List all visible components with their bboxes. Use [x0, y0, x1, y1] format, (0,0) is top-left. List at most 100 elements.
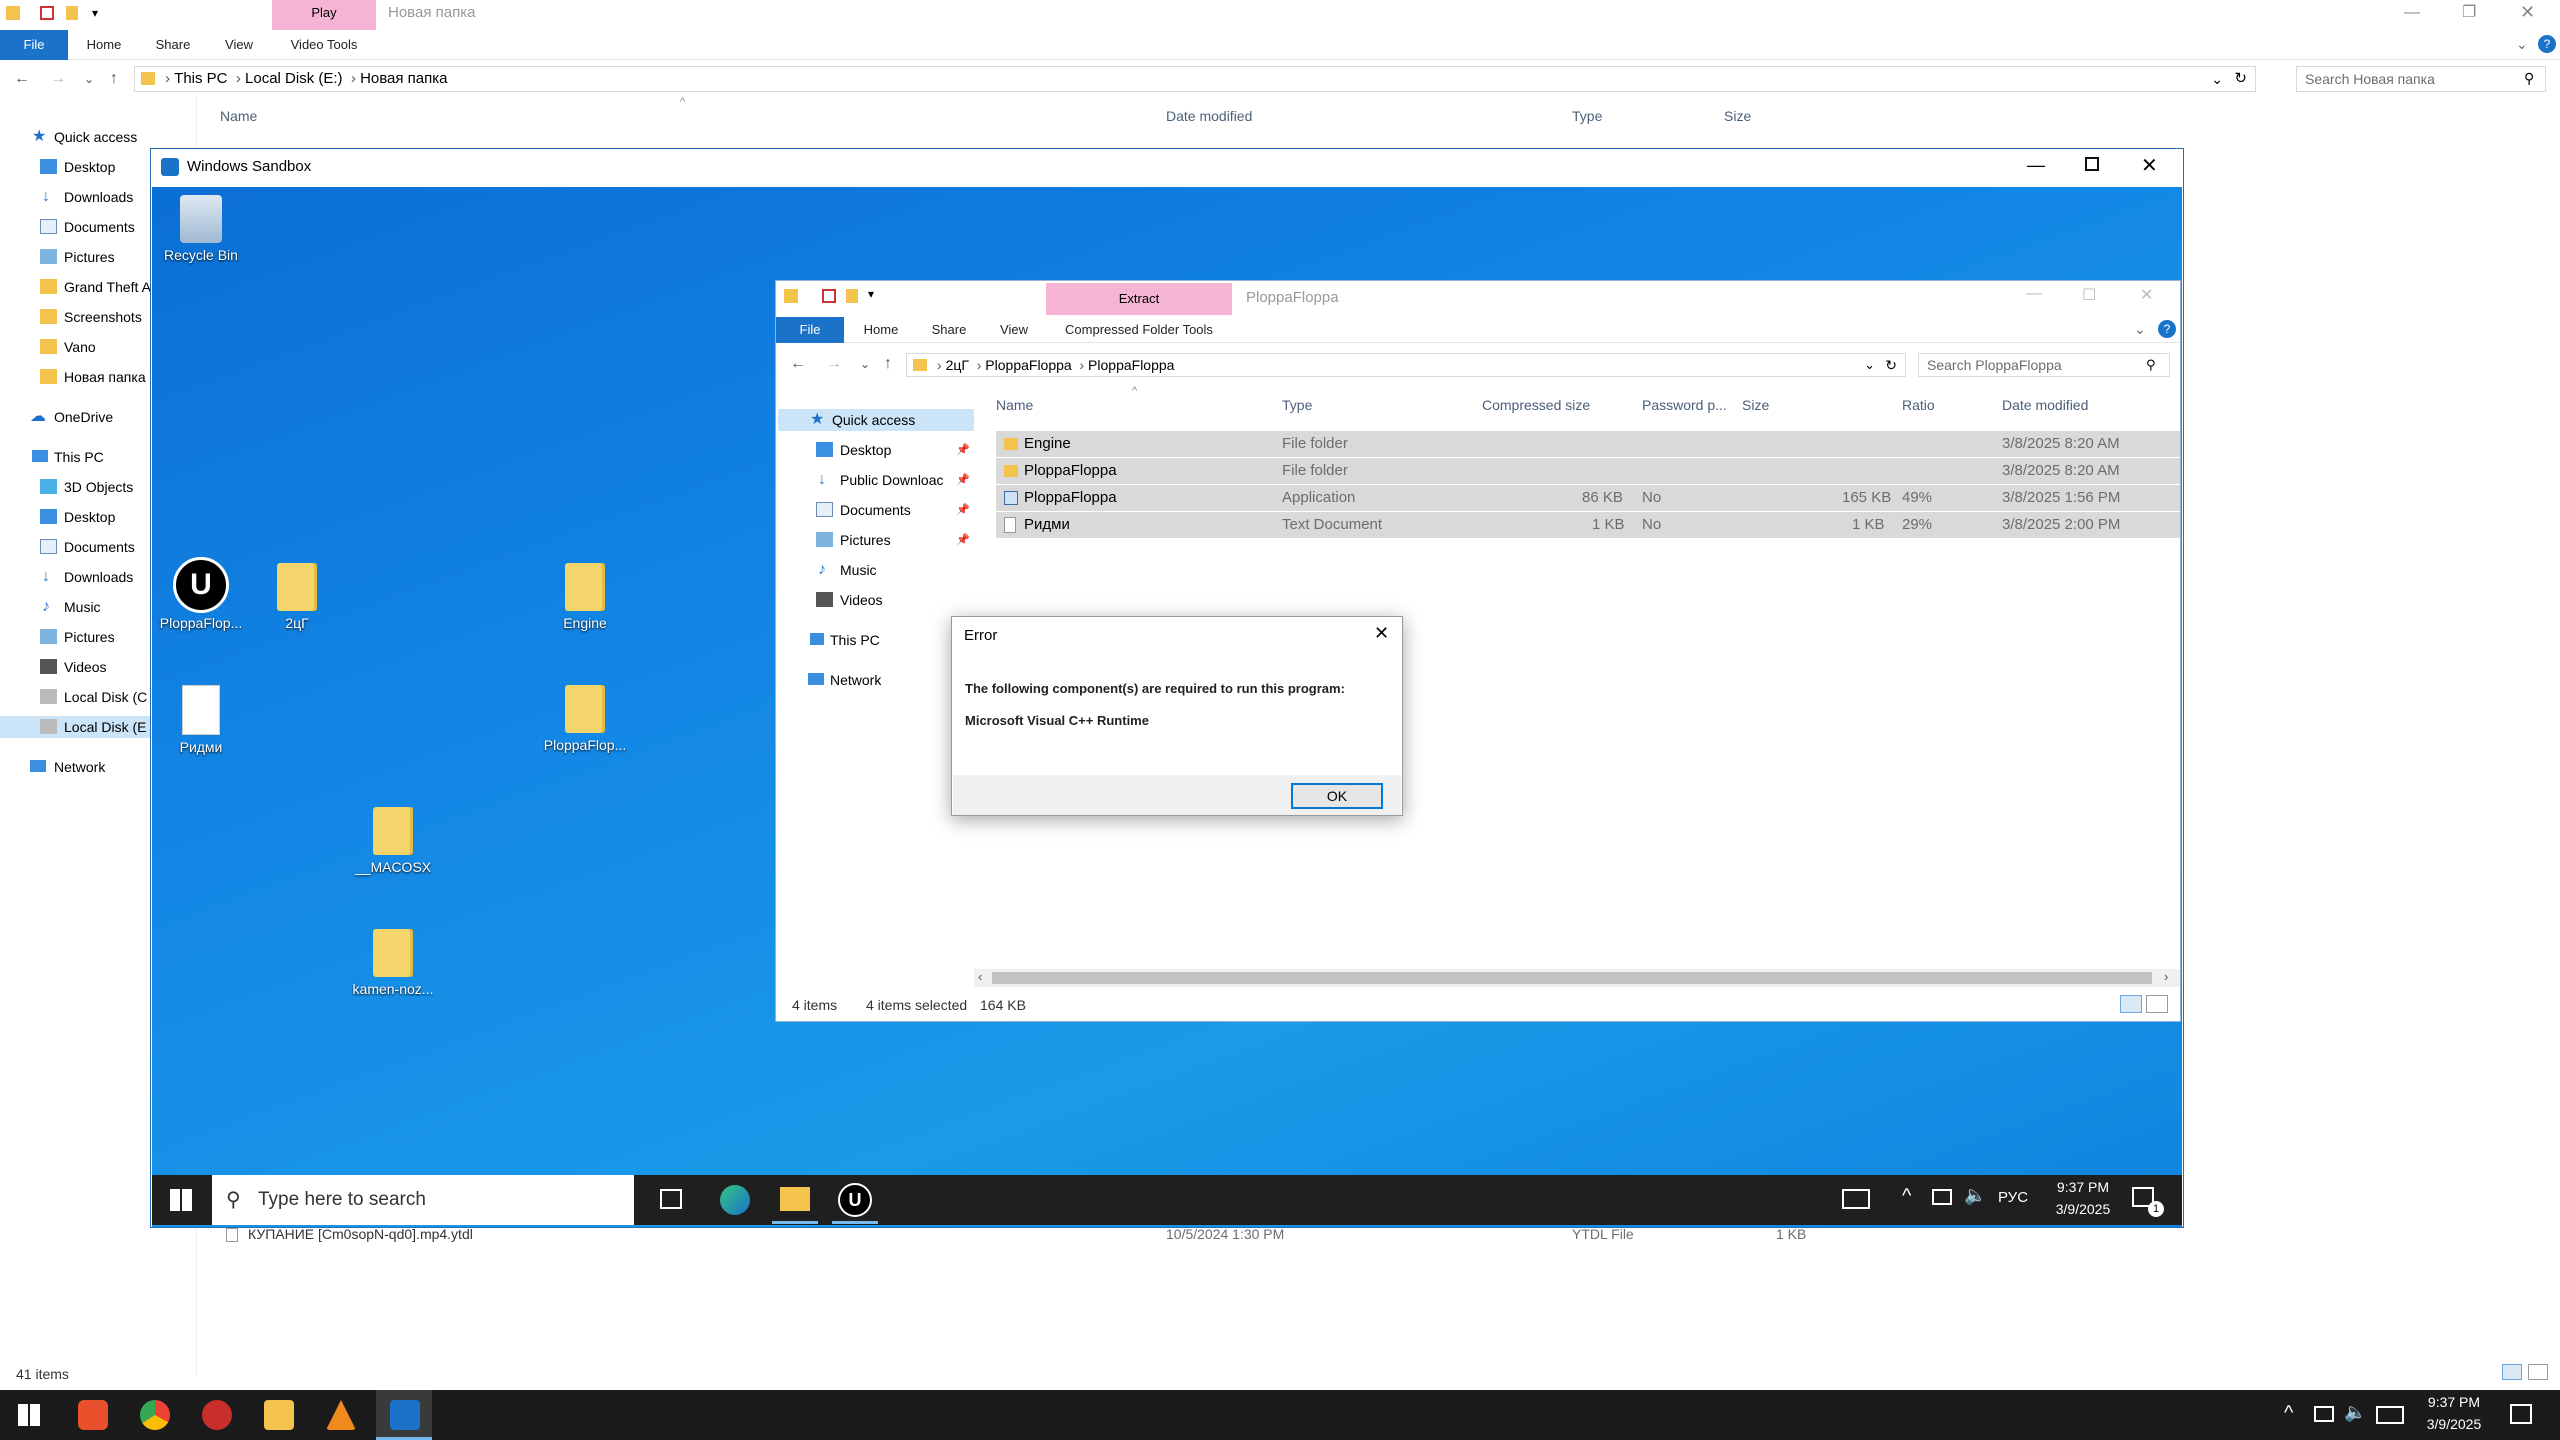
- nav-new-folder[interactable]: Новая папка: [0, 366, 146, 388]
- nav-this-pc[interactable]: This PC: [776, 629, 880, 651]
- pin-icon[interactable]: 📌: [956, 499, 970, 521]
- tab-share[interactable]: Share: [916, 317, 982, 343]
- nav-public-downloads[interactable]: ↓ Public Downloac 📌: [776, 469, 970, 491]
- pin-icon[interactable]: 📌: [956, 469, 970, 491]
- recent-icon[interactable]: ⌄: [860, 357, 870, 371]
- back-icon[interactable]: ←: [14, 70, 30, 88]
- nav-local-disk-e[interactable]: Local Disk (E: [0, 716, 150, 738]
- table-row[interactable]: PloppaFloppa Application 86 KB No 165 KB…: [996, 485, 2180, 511]
- inner-address-bar[interactable]: › 2цГ › PloppaFloppa › PloppaFloppa ⌄ ↻: [906, 353, 1906, 377]
- nav-music[interactable]: ♪ Music: [0, 596, 101, 618]
- nav-videos[interactable]: Videos: [776, 589, 883, 611]
- inner-search-input[interactable]: Search PloppaFloppa: [1918, 353, 2170, 377]
- keyboard-icon[interactable]: [2376, 1406, 2404, 1424]
- breadcrumb-ploppafloppa[interactable]: PloppaFloppa: [1088, 357, 1174, 373]
- app-icon[interactable]: [202, 1400, 232, 1430]
- nav-network[interactable]: Network: [0, 756, 105, 778]
- unreal-engine-icon[interactable]: U: [838, 1183, 872, 1217]
- nav-3d-objects[interactable]: 3D Objects: [0, 476, 133, 498]
- desktop-icon-readme[interactable]: Ридми: [156, 685, 246, 755]
- qat-dropdown-icon[interactable]: ▾: [868, 287, 874, 301]
- notification-icon[interactable]: [2510, 1404, 2532, 1424]
- maximize-icon[interactable]: [2085, 157, 2099, 171]
- col-ratio[interactable]: Ratio: [1902, 397, 1935, 413]
- network-icon[interactable]: [1932, 1189, 1952, 1205]
- help-icon[interactable]: ?: [2538, 35, 2556, 53]
- start-icon[interactable]: [170, 1189, 192, 1211]
- brave-icon[interactable]: [78, 1400, 108, 1430]
- address-dropdown-icon[interactable]: ⌄: [2211, 67, 2223, 91]
- large-icons-view-icon[interactable]: [2528, 1364, 2548, 1380]
- table-row[interactable]: Engine File folder 3/8/2025 8:20 AM: [996, 431, 2180, 457]
- nav-screenshots[interactable]: Screenshots: [0, 306, 142, 328]
- clock-date[interactable]: 3/9/2025: [2414, 1416, 2494, 1432]
- nav-this-pc[interactable]: This PC: [0, 446, 104, 468]
- nav-music[interactable]: ♪ Music: [776, 559, 877, 581]
- keyboard-icon[interactable]: [1842, 1189, 1870, 1209]
- nav-pictures[interactable]: Pictures: [0, 246, 115, 268]
- clock-time[interactable]: 9:37 PM: [2414, 1394, 2494, 1410]
- pin-icon[interactable]: 📌: [956, 439, 970, 461]
- breadcrumb-this-pc[interactable]: This PC: [174, 70, 227, 87]
- nav-pictures[interactable]: Pictures 📌: [776, 529, 970, 551]
- col-compressed-size[interactable]: Compressed size: [1482, 397, 1590, 413]
- table-row[interactable]: Ридми Text Document 1 KB No 1 KB 29% 3/8…: [996, 512, 2180, 538]
- vlc-icon[interactable]: [326, 1400, 356, 1430]
- nav-desktop[interactable]: Desktop: [0, 156, 115, 178]
- expand-ribbon-icon[interactable]: ⌄: [2516, 36, 2528, 53]
- details-view-icon[interactable]: [2502, 1364, 2522, 1380]
- clock-time[interactable]: 9:37 PM: [2048, 1179, 2118, 1195]
- tab-video-tools[interactable]: Video Tools: [272, 30, 376, 60]
- chevron-up-icon[interactable]: ^: [1902, 1185, 1911, 1208]
- maximize-icon[interactable]: ☐: [2082, 285, 2096, 305]
- table-row[interactable]: PloppaFloppa File folder 3/8/2025 8:20 A…: [996, 458, 2180, 484]
- new-folder-icon[interactable]: [66, 6, 78, 20]
- contextual-tab-extract[interactable]: Extract: [1046, 283, 1232, 315]
- new-folder-icon[interactable]: [846, 289, 858, 303]
- nav-pc-downloads[interactable]: ↓ Downloads: [0, 566, 133, 588]
- task-view-icon[interactable]: [660, 1189, 682, 1209]
- large-icons-view-icon[interactable]: [2146, 995, 2168, 1013]
- horizontal-scrollbar[interactable]: ‹ ›: [974, 969, 2180, 987]
- nav-downloads[interactable]: ↓ Downloads: [0, 186, 133, 208]
- close-icon[interactable]: ✕: [2141, 153, 2158, 178]
- language-indicator[interactable]: РУС: [1998, 1189, 2028, 1206]
- col-size[interactable]: Size: [1742, 397, 1769, 413]
- desktop-icon-ploppafloppa-folder[interactable]: PloppaFlop...: [540, 685, 630, 753]
- table-row[interactable]: КУПАНИЕ [Cm0sopN-qd0].mp4.ytdl 10/5/2024…: [220, 1226, 1820, 1246]
- breadcrumb-local-disk[interactable]: Local Disk (E:): [245, 70, 343, 87]
- tab-view[interactable]: View: [986, 317, 1042, 343]
- col-date-modified[interactable]: Date modified: [2002, 397, 2088, 413]
- nav-vano[interactable]: Vano: [0, 336, 96, 358]
- contextual-tab-play[interactable]: Play: [272, 0, 376, 30]
- minimize-icon[interactable]: —: [2027, 155, 2045, 176]
- nav-onedrive[interactable]: ☁ OneDrive: [0, 406, 113, 428]
- scrollbar-thumb[interactable]: [992, 972, 2152, 984]
- breadcrumb-ploppafloppa-zip[interactable]: PloppaFloppa: [985, 357, 1071, 373]
- address-dropdown-icon[interactable]: ⌄: [1864, 354, 1875, 376]
- file-explorer-icon[interactable]: [264, 1400, 294, 1430]
- nav-pc-pictures[interactable]: Pictures: [0, 626, 115, 648]
- help-icon[interactable]: ?: [2158, 320, 2176, 338]
- properties-icon[interactable]: [40, 6, 54, 20]
- search-input[interactable]: Search Новая папка: [2296, 66, 2546, 92]
- col-password[interactable]: Password p...: [1642, 397, 1727, 413]
- ok-button[interactable]: OK: [1291, 783, 1383, 809]
- taskbar-search[interactable]: ⚲ Type here to search: [212, 1175, 634, 1225]
- tab-home[interactable]: Home: [72, 30, 136, 60]
- scroll-left-icon[interactable]: ‹: [978, 969, 982, 984]
- sandbox-icon[interactable]: [390, 1400, 420, 1430]
- nav-network[interactable]: Network: [776, 669, 881, 691]
- desktop-icon-ploppafloppa-app[interactable]: U PloppaFlop...: [156, 557, 246, 631]
- col-type[interactable]: Type: [1282, 397, 1312, 413]
- tab-home[interactable]: Home: [850, 317, 912, 343]
- tab-file[interactable]: File: [776, 317, 844, 343]
- nav-pc-documents[interactable]: Documents: [0, 536, 135, 558]
- network-icon[interactable]: [2314, 1406, 2334, 1422]
- recent-icon[interactable]: ⌄: [84, 72, 94, 86]
- breadcrumb-2cg[interactable]: 2цГ: [946, 357, 969, 373]
- start-icon[interactable]: [18, 1404, 40, 1426]
- nav-local-disk-c[interactable]: Local Disk (C: [0, 686, 147, 708]
- desktop-icon-kamen[interactable]: kamen-noz...: [348, 929, 438, 997]
- nav-quick-access[interactable]: ★ Quick access: [778, 409, 974, 431]
